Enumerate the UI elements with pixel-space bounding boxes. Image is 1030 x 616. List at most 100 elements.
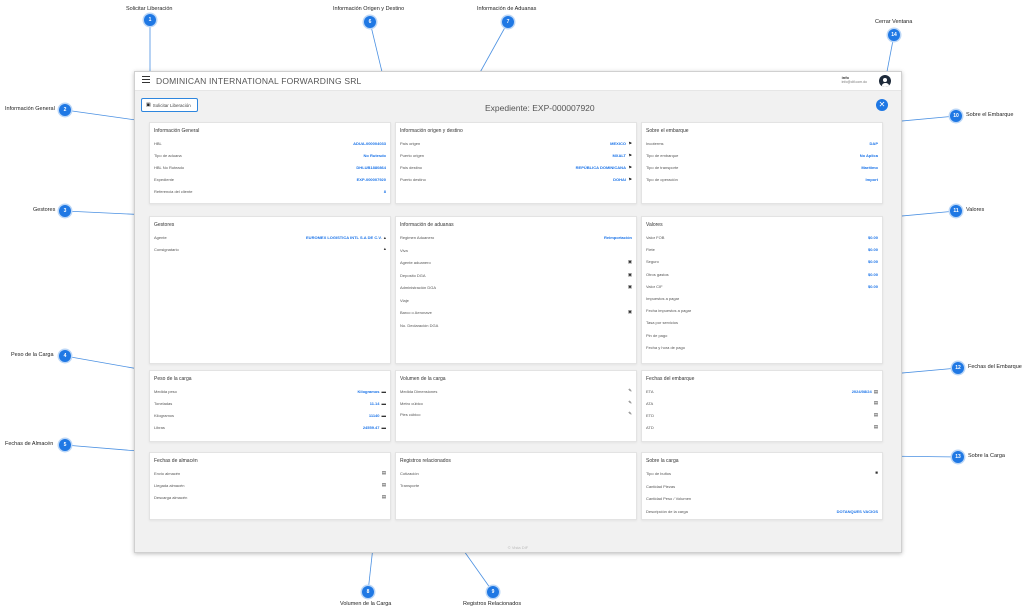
field-row: Cantidad Peso / Volumen [646, 496, 878, 503]
field-label: Puerto origen [400, 153, 425, 158]
field-label: ATD [646, 425, 654, 430]
callout-badge: 12 [952, 362, 964, 374]
field-row: Otros gastos $0.00 [646, 272, 878, 279]
field-value: Reimportación [604, 235, 632, 240]
calendar-icon[interactable]: ▤ [874, 389, 878, 394]
card-customs: Información de aduanas Regimen Aduanero Re… [395, 216, 637, 364]
scale-icon: ▬ [381, 424, 387, 430]
callout-label: Información de Aduanas [477, 6, 537, 12]
field-label: Fecha y hora de pago [646, 344, 685, 350]
field-value-text: 24559.47 [362, 425, 380, 430]
field-label: Tipo de transporte [646, 165, 679, 170]
field-value: DAP [870, 141, 878, 146]
field-value-text: No Aplica [859, 153, 878, 158]
release-button[interactable]: ▣ Solicitar Liberación [141, 98, 198, 112]
field-value: DOTANQUES VACIOS [837, 509, 878, 514]
callout-badge: 4 [59, 350, 71, 362]
field-value: ▤ [380, 494, 386, 499]
app-window: DOMINICAN INTERNATIONAL FORWARDING SRL i… [134, 71, 902, 553]
field-value: 24559.47 ▬ [363, 425, 386, 430]
field-value: ✎ [626, 388, 632, 393]
field-row: Tipo de embarque No Aplica [646, 153, 878, 160]
field-label: Flete [646, 247, 655, 253]
callout-label: Gestores [33, 207, 56, 213]
field-row: Metro cúbico ✎ [400, 400, 632, 408]
field-value: ▣ [626, 309, 632, 314]
field-label: Pies cúbico [400, 412, 421, 417]
company-name: DOMINICAN INTERNATIONAL FORWARDING SRL [156, 76, 362, 86]
field-value-text: $0.00 [867, 283, 878, 289]
card-title: Información de aduanas [400, 222, 454, 228]
calendar-icon[interactable]: ▤ [382, 482, 386, 487]
card-title: Gestores [154, 222, 175, 228]
calendar-icon[interactable]: ▤ [874, 412, 878, 417]
field-label: Impuestos a pagar [646, 296, 680, 301]
card-title: Volumen de la carga [400, 376, 446, 382]
field-label: Medida Dimensiones [400, 389, 438, 394]
pencil-icon[interactable]: ✎ [628, 388, 632, 393]
menu-icon[interactable] [142, 76, 150, 83]
field-value: REPÚBLICA DOMINICANA ⚑ [576, 165, 632, 170]
pencil-icon[interactable]: ✎ [628, 411, 632, 416]
card-cargo: Sobre la carga Tipo de bultos ■ Cantidad Pi… [641, 452, 883, 520]
calendar-icon[interactable]: ▤ [874, 424, 878, 429]
field-value: ✎ [626, 411, 632, 416]
calendar-icon[interactable]: ▤ [874, 400, 878, 405]
callout-label: Valores [966, 207, 985, 213]
flag-icon: ⚑ [627, 176, 632, 182]
field-label: Libras [154, 425, 165, 430]
callout-badge: 3 [59, 205, 71, 217]
footer-text: © Vista DIF [507, 545, 529, 550]
field-row: País destino REPÚBLICA DOMINICANA ⚑ [400, 165, 632, 172]
flag-icon: ⚑ [627, 152, 632, 158]
field-label: ETA [646, 389, 654, 394]
field-row: Transporte [400, 483, 632, 490]
field-row: HBL No Ruteado DHLUB1880864 [154, 165, 386, 172]
field-row: Agente EUROMEX LOGISTICA INTL S.A DE C.V.… [154, 235, 386, 242]
card-title: Sobre la carga [646, 458, 679, 464]
field-label: Llegada almacén [154, 483, 185, 488]
field-label: Descripción de la carga [646, 508, 688, 514]
card-records: Registros relacionados Cotización Transpor… [395, 452, 637, 520]
field-label: Incoterms [646, 141, 664, 146]
field-row: No. Declaración DGA [400, 323, 632, 330]
pencil-icon[interactable]: ✎ [628, 400, 632, 405]
field-label: Expediente [154, 177, 175, 182]
field-row: Medida Dimensiones ✎ [400, 388, 632, 396]
callout-label: Peso de la Carga [11, 352, 54, 358]
field-value-text: $0.00 [867, 235, 878, 240]
field-label: Transporte [400, 483, 420, 488]
field-row: Pies cúbico ✎ [400, 411, 632, 419]
calendar-icon[interactable]: ▤ [382, 470, 386, 475]
avatar[interactable] [879, 75, 891, 87]
field-value: MEXICO ⚑ [610, 141, 632, 146]
field-row: Viaje [400, 298, 632, 305]
field-row: Barco o Aeronave ▣ [400, 309, 632, 317]
field-row: Cantidad Piezas [646, 484, 878, 491]
field-row: Impuestos a pagar [646, 296, 878, 303]
field-label: Cantidad Peso / Volumen [646, 496, 692, 501]
field-value-text: DHLUB1880864 [356, 165, 386, 170]
field-value: MXALT ⚑ [612, 153, 632, 158]
card-values: Valores Valor FOB $0.00 Flete $0.00 Seguro $0.… [641, 216, 883, 364]
callout-label: Cerrar Ventana [875, 19, 913, 25]
field-label: Administración DGA [400, 285, 437, 290]
flag-icon: ⚑ [627, 140, 632, 146]
field-row: Valor CIF $0.00 [646, 284, 878, 291]
field-row: Regimen Aduanero Reimportación [400, 235, 632, 242]
field-value-text: DAP [869, 141, 878, 146]
callout-label: Registros Relacionados [463, 601, 522, 607]
close-icon[interactable]: ✕ [876, 99, 888, 111]
field-label: Cotización [400, 471, 419, 476]
field-label: Tasa por servicios [646, 320, 679, 326]
field-row: Cotización [400, 471, 632, 478]
card-shipment: Sobre el embarque Incoterms DAP Tipo de emb… [641, 122, 883, 204]
calendar-icon[interactable]: ▤ [382, 494, 386, 499]
card-title: Fechas de almacén [154, 458, 198, 464]
field-row: Consignatario ▴ [154, 246, 386, 254]
card-title: Información General [154, 128, 200, 134]
scale-icon: ▬ [381, 400, 387, 406]
callout-label: Información General [5, 106, 55, 112]
field-label: Puerto destino [400, 177, 426, 182]
field-value-text: 11140 [368, 413, 380, 418]
